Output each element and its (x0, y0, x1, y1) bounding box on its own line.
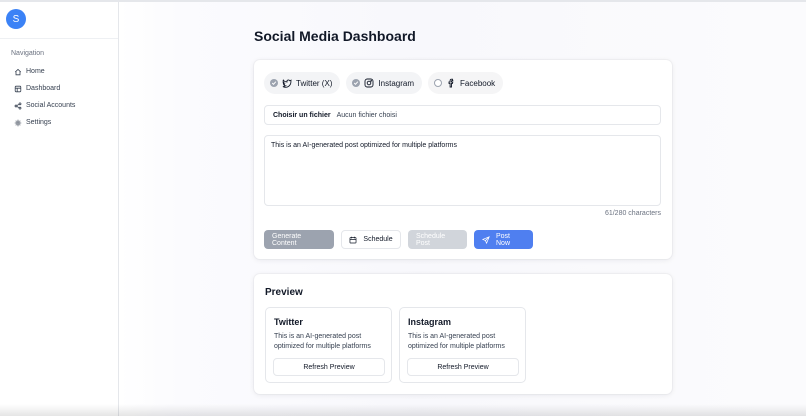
post-now-button[interactable]: Post Now (474, 230, 533, 249)
sidebar-item-label: Home (26, 68, 45, 75)
page-title: Social Media Dashboard (254, 28, 416, 44)
post-textarea[interactable]: This is an AI-generated post optimized f… (264, 135, 661, 206)
unchecked-icon (434, 79, 443, 87)
preview-card-body: This is an AI-generated post optimized f… (408, 333, 505, 350)
home-icon (14, 68, 22, 76)
sidebar-item-settings[interactable]: Settings (14, 114, 114, 131)
schedule-label: Schedule (363, 236, 393, 243)
preview-card-twitter: Twitter This is an AI-generated post opt… (265, 307, 392, 383)
share-icon (14, 101, 22, 110)
bottom-shadow (0, 404, 806, 416)
sidebar-item-label: Settings (26, 119, 52, 126)
sidebar-item-dashboard[interactable]: Dashboard (14, 80, 114, 97)
sidebar-item-label: Dashboard (26, 85, 61, 92)
refresh-preview-button[interactable]: Refresh Preview (273, 358, 385, 376)
file-status: Aucun fichier choisi (336, 111, 397, 119)
choose-file-button[interactable]: Choisir un fichier (273, 112, 331, 119)
preview-card-title: Twitter (274, 317, 303, 327)
preview-card: Preview Twitter This is an AI-generated … (254, 274, 672, 394)
schedule-post-button[interactable]: Schedule Post (408, 230, 467, 249)
schedule-button[interactable]: Schedule (341, 230, 401, 249)
platform-chip-instagram[interactable]: Instagram (346, 72, 423, 94)
checked-icon (352, 79, 361, 87)
sidebar: S Navigation Home Dashboard Social Accou… (0, 2, 119, 416)
preview-card-title: Instagram (408, 317, 452, 327)
platform-chip-twitter[interactable]: Twitter (X) (264, 72, 341, 94)
main-content: Social Media Dashboard Twitter (X) Insta… (119, 2, 806, 416)
sidebar-divider (0, 38, 118, 39)
platform-label: Twitter (X) (296, 78, 333, 88)
send-icon (482, 235, 490, 244)
character-count: 61/280 characters (604, 210, 661, 217)
platform-label: Instagram (378, 78, 415, 88)
platform-label: Facebook (460, 78, 496, 88)
preview-title: Preview (265, 287, 303, 298)
preview-card-instagram: Instagram This is an AI-generated post o… (399, 307, 526, 383)
calendar-icon (349, 236, 357, 244)
file-upload[interactable]: Choisir un fichier Aucun fichier choisi (264, 105, 661, 125)
twitter-icon (282, 78, 292, 88)
compose-actions: Generate Content Schedule Schedule Post … (264, 230, 533, 249)
checked-icon (270, 79, 278, 87)
compose-card: Twitter (X) Instagram Facebook Choisir u… (254, 60, 672, 259)
platform-selector: Twitter (X) Instagram Facebook (264, 72, 504, 94)
sidebar-item-home[interactable]: Home (14, 63, 114, 80)
dashboard-icon (14, 85, 22, 93)
sidebar-item-label: Social Accounts (26, 102, 76, 109)
preview-card-body: This is an AI-generated post optimized f… (274, 333, 371, 350)
avatar[interactable]: S (6, 9, 26, 29)
generate-content-button[interactable]: Generate Content (264, 230, 334, 249)
sidebar-nav: Home Dashboard Social Accounts Settings (14, 63, 114, 131)
instagram-icon (364, 78, 374, 88)
platform-chip-facebook[interactable]: Facebook (428, 72, 504, 94)
post-now-label: Post Now (496, 232, 511, 247)
facebook-icon (446, 78, 456, 88)
nav-section-title: Navigation (11, 50, 45, 57)
gear-icon (14, 119, 22, 127)
refresh-preview-button[interactable]: Refresh Preview (407, 358, 519, 376)
sidebar-item-social-accounts[interactable]: Social Accounts (14, 97, 114, 114)
